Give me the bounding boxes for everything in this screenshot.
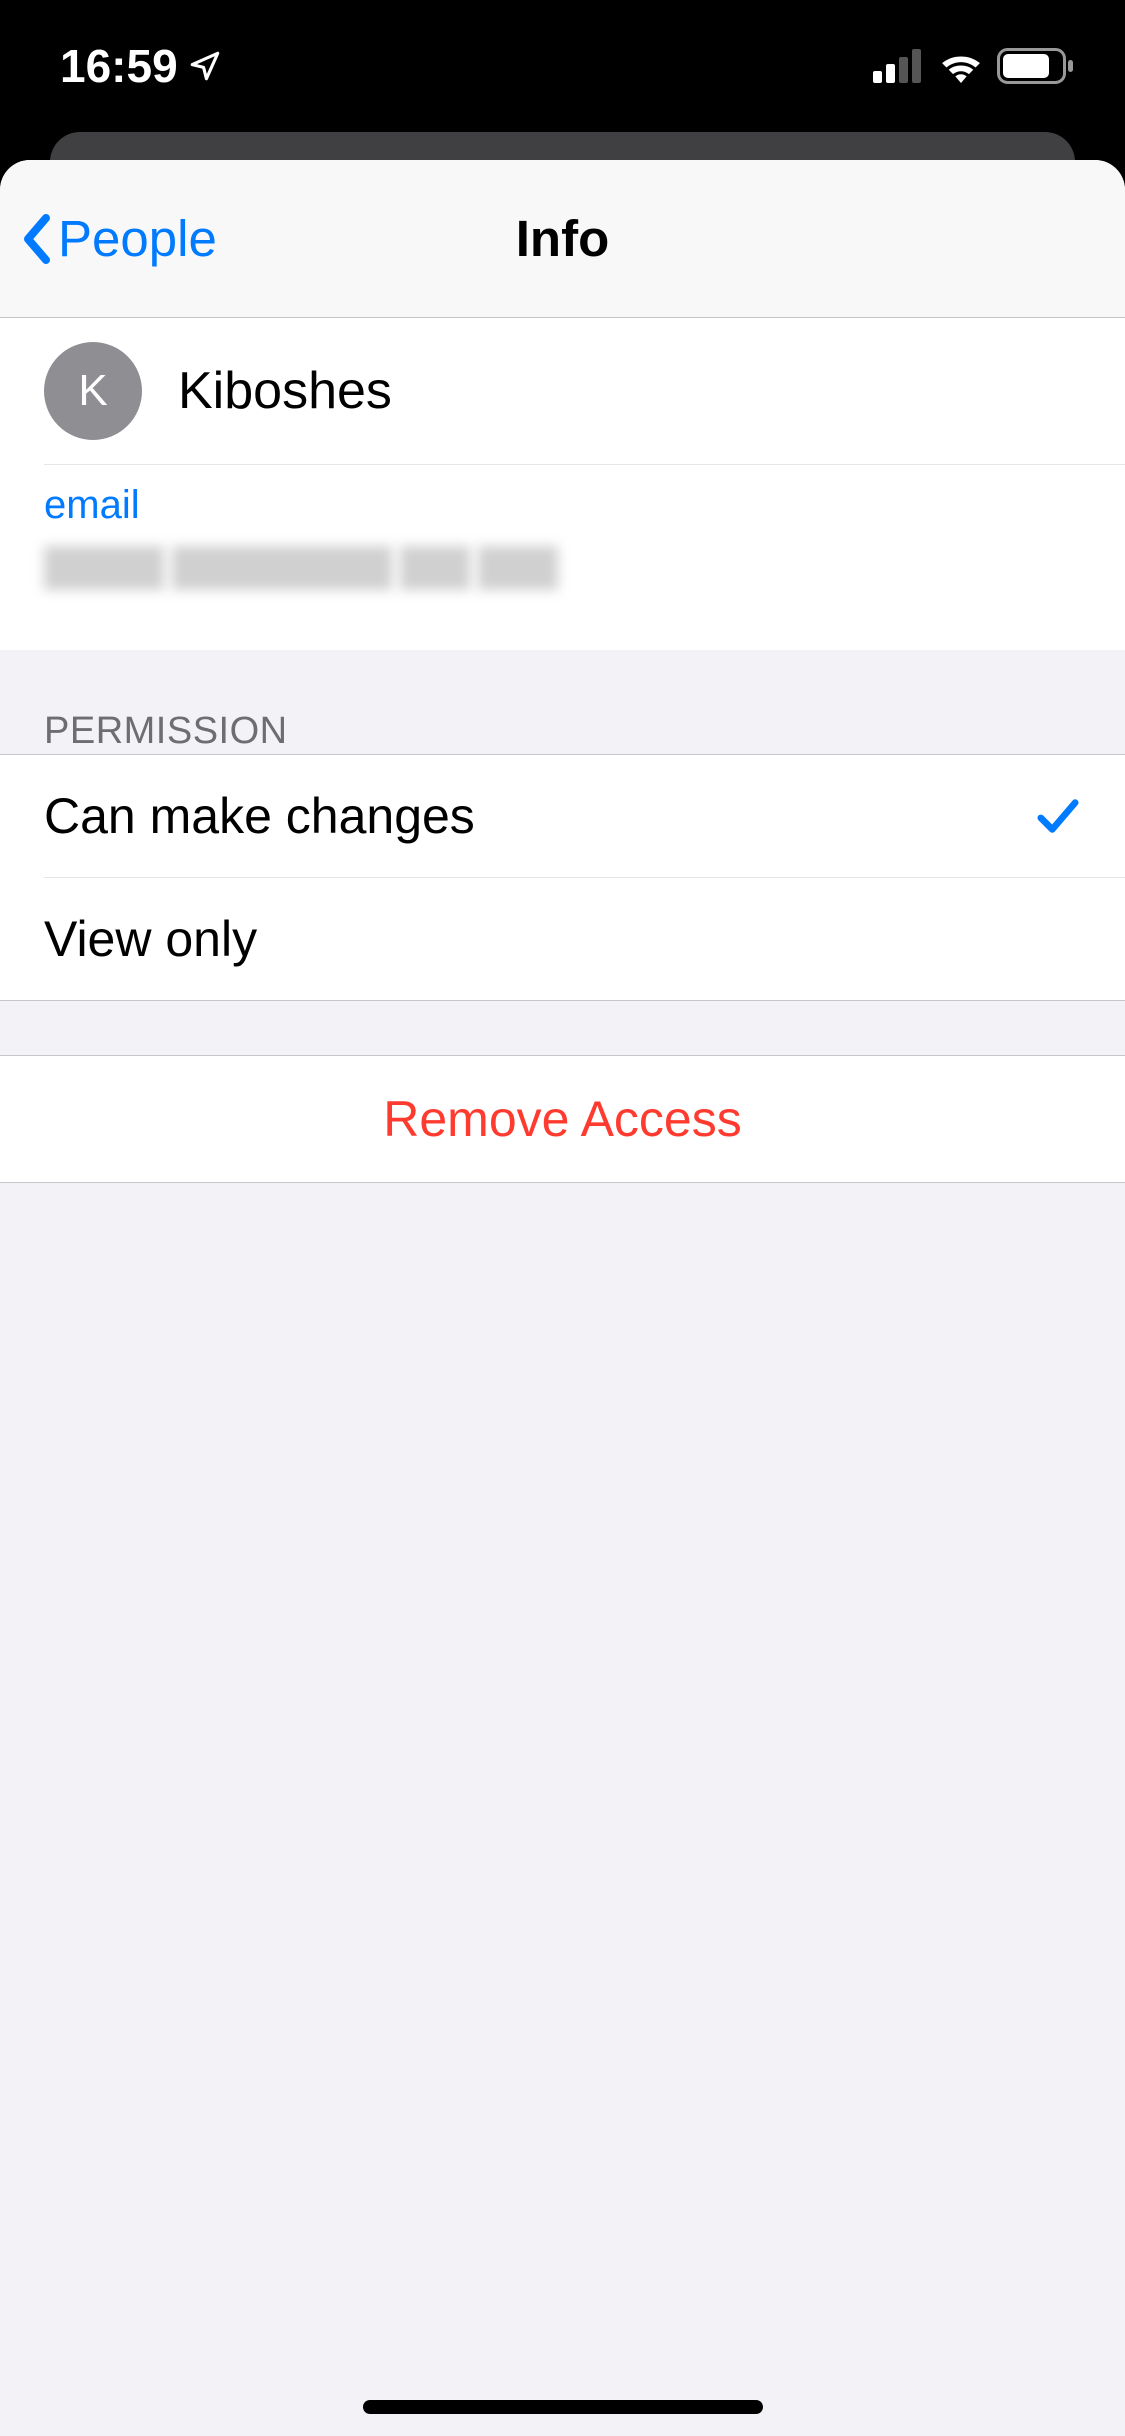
contact-section: K Kiboshes email bbox=[0, 318, 1125, 650]
email-row[interactable]: email bbox=[44, 464, 1125, 650]
checkmark-icon bbox=[1035, 795, 1081, 837]
section-spacer bbox=[0, 1001, 1125, 1055]
permission-list: Can make changes View only bbox=[0, 754, 1125, 1001]
battery-icon bbox=[997, 48, 1075, 84]
permission-view-only[interactable]: View only bbox=[44, 877, 1125, 1000]
back-button[interactable]: People bbox=[22, 209, 217, 268]
permission-label: View only bbox=[44, 910, 257, 968]
location-icon bbox=[188, 49, 222, 83]
status-time: 16:59 bbox=[60, 39, 178, 93]
section-spacer: PERMISSION bbox=[0, 650, 1125, 754]
chevron-left-icon bbox=[22, 214, 50, 264]
email-label: email bbox=[44, 483, 1081, 528]
navigation-bar: People Info bbox=[0, 160, 1125, 318]
email-value bbox=[44, 546, 1081, 590]
home-indicator[interactable] bbox=[363, 2400, 763, 2414]
back-label: People bbox=[58, 209, 217, 268]
avatar: K bbox=[44, 342, 142, 440]
wifi-icon bbox=[937, 49, 985, 83]
cellular-icon bbox=[873, 49, 925, 83]
permission-label: Can make changes bbox=[44, 787, 475, 845]
permission-can-make-changes[interactable]: Can make changes bbox=[0, 755, 1125, 877]
contact-name: Kiboshes bbox=[178, 361, 392, 421]
remove-access-button[interactable]: Remove Access bbox=[0, 1055, 1125, 1183]
modal-sheet: People Info K Kiboshes email PERMISSION bbox=[0, 160, 1125, 2436]
page-title: Info bbox=[516, 209, 609, 268]
contact-row[interactable]: K Kiboshes bbox=[0, 318, 1125, 464]
status-bar: 16:59 bbox=[0, 0, 1125, 132]
